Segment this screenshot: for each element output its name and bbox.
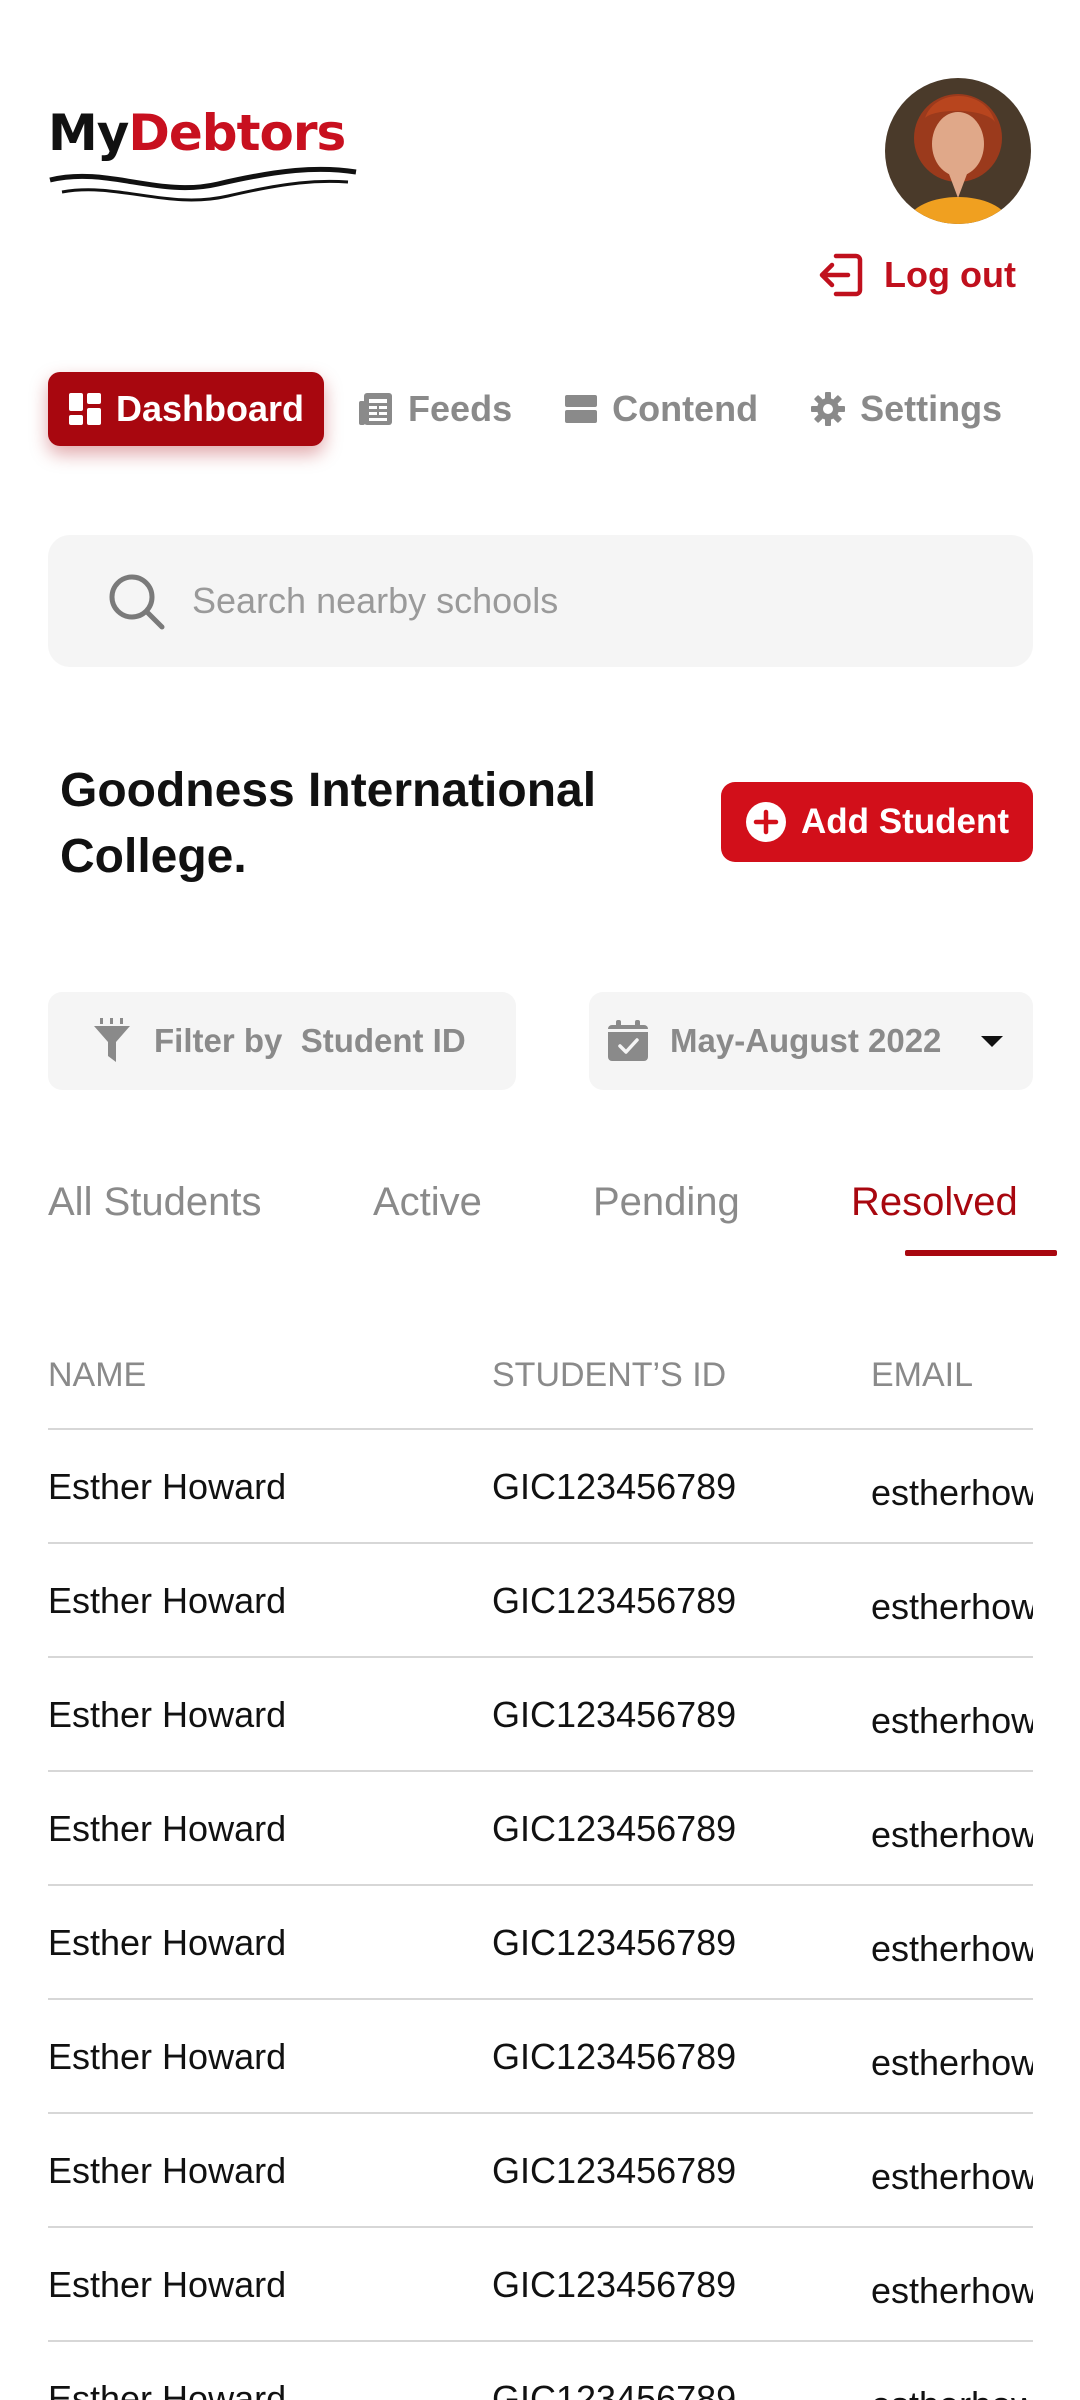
column-header-email: EMAIL [871,1356,974,1394]
logout-label: Log out [884,254,1016,295]
student-email: estherhow [871,2270,1033,2311]
student-id: GIC123456789 [492,2150,737,2191]
nav-item-settings[interactable]: Settings [810,388,1002,430]
student-email: estherhow [871,1928,1033,1969]
filter-student-id[interactable]: Filter by Student ID [48,992,516,1090]
column-header-name: NAME [48,1356,147,1394]
table-row[interactable]: Esther Howard GIC123456789 estherhow [48,2000,1033,2114]
student-name: Esther Howard [48,1808,287,1849]
student-name: Esther Howard [48,2150,287,2191]
students-table: NAME STUDENT’S ID EMAIL Esther Howard GI… [48,1320,1033,2400]
filter-funnel-icon [94,1018,130,1062]
add-student-label: Add Student [800,802,1010,841]
student-name: Esther Howard [48,2378,287,2400]
logo-text-suffix: Debtors [128,104,346,162]
student-name: Esther Howard [48,1922,287,1963]
dashboard-icon [69,393,101,425]
column-header-student-id: STUDENT’S ID [492,1356,727,1394]
student-email: estherhow [871,1586,1033,1627]
app-logo: MyDebtors [48,108,368,208]
student-id: GIC123456789 [492,1580,737,1621]
student-email: estherhow [871,2384,1033,2400]
date-range-select[interactable]: May-August 2022 [589,992,1033,1090]
feeds-icon [359,393,393,425]
nav-item-contend[interactable]: Contend [564,388,758,430]
chevron-down-icon [981,1035,1003,1047]
main-nav: Dashboard Feeds Contend Settings [48,372,1032,446]
nav-item-feeds[interactable]: Feeds [358,388,512,430]
student-id: GIC123456789 [492,2264,737,2305]
student-name: Esther Howard [48,1466,287,1507]
student-name: Esther Howard [48,2264,287,2305]
table-row[interactable]: Esther Howard GIC123456789 estherhow [48,2114,1033,2228]
logo-swoosh-icon [49,166,357,202]
tab-pending[interactable]: Pending [593,1180,740,1225]
search-input[interactable] [192,580,892,622]
search-bar[interactable] [48,535,1033,667]
table-row[interactable]: Esther Howard GIC123456789 estherhow [48,2342,1033,2400]
contend-icon [565,395,598,423]
calendar-icon [608,1020,648,1061]
logo-text-prefix: My [48,104,129,162]
date-range-value: May-August 2022 [670,1022,942,1059]
plus-circle-icon [745,802,786,842]
nav-label: Dashboard [116,388,305,429]
table-row[interactable]: Esther Howard GIC123456789 estherhow [48,1886,1033,2000]
table-row[interactable]: Esther Howard GIC123456789 estherhow [48,1430,1033,1544]
filter-label: Filter by Student ID [154,1022,466,1059]
logout-icon [819,253,863,297]
tab-all-students[interactable]: All Students [48,1180,261,1225]
student-email: estherhow [871,1700,1033,1741]
student-id: GIC123456789 [492,1922,737,1963]
student-id: GIC123456789 [492,2036,737,2077]
nav-label: Feeds [408,388,513,429]
student-email: estherhow [871,2156,1033,2197]
tab-resolved[interactable]: Resolved [851,1180,1018,1225]
student-name: Esther Howard [48,1580,287,1621]
search-icon [109,574,165,630]
student-id: GIC123456789 [492,1466,737,1507]
table-header: NAME STUDENT’S ID EMAIL [48,1320,1033,1430]
student-id: GIC123456789 [492,1694,737,1735]
nav-label: Settings [860,388,1003,429]
status-tabs: All Students Active Pending Resolved [48,1180,1057,1260]
table-row[interactable]: Esther Howard GIC123456789 estherhow [48,1544,1033,1658]
student-email: estherhow [871,1472,1033,1513]
table-row[interactable]: Esther Howard GIC123456789 estherhow [48,2228,1033,2342]
tab-active[interactable]: Active [373,1180,482,1225]
student-name: Esther Howard [48,1694,287,1735]
table-row[interactable]: Esther Howard GIC123456789 estherhow [48,1658,1033,1772]
student-id: GIC123456789 [492,1808,737,1849]
nav-label: Contend [612,388,759,429]
active-tab-indicator [905,1250,1057,1256]
school-title: Goodness International College. [60,764,597,883]
nav-item-dashboard[interactable]: Dashboard [48,372,325,446]
add-student-button[interactable]: Add Student [721,782,1033,862]
student-email: estherhow [871,1814,1033,1855]
user-avatar[interactable] [885,78,1031,224]
table-row[interactable]: Esther Howard GIC123456789 estherhow [48,1772,1033,1886]
student-id: GIC123456789 [492,2378,737,2400]
student-email: estherhow [871,2042,1033,2083]
logout-button[interactable]: Log out [816,250,1016,300]
gear-icon [811,392,846,426]
student-name: Esther Howard [48,2036,287,2077]
